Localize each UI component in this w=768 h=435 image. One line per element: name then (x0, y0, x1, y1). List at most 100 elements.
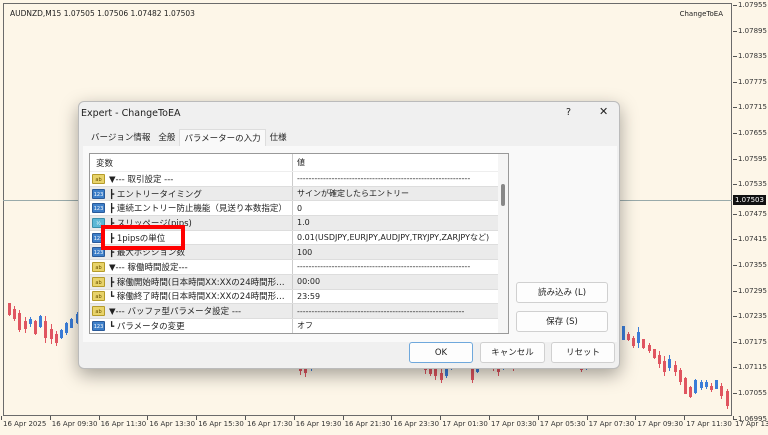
scrollbar[interactable] (498, 154, 508, 333)
tab-general[interactable]: 全般 (154, 129, 179, 146)
parameter-label: ▼--- バッファ型パラメータ設定 --- (109, 307, 242, 318)
close-button[interactable]: ✕ (599, 105, 608, 118)
parameter-row[interactable]: ab ┗ 稼働終了時間(日本時間XX:XXの24時間形… 23:59 (90, 289, 508, 305)
dialog-title: Expert - ChangeToEA (81, 108, 181, 119)
column-variable[interactable]: 変数 (90, 154, 293, 171)
time-tick: 16 Apr 15:30 (196, 416, 244, 428)
price-tick: 1.07175 (733, 337, 767, 346)
current-price-label: 1.07503 (733, 195, 766, 205)
parameter-value[interactable]: 23:59 (293, 292, 508, 301)
reset-button[interactable]: リセット (551, 342, 615, 363)
parameter-row[interactable]: ab ┣ 稼働開始時間(日本時間XX:XXの24時間形… 00:00 (90, 274, 508, 290)
load-button[interactable]: 読み込み (L) (516, 282, 608, 303)
candle (39, 315, 43, 328)
price-tick: 1.07115 (733, 363, 767, 372)
candle (694, 378, 698, 395)
parameter-value[interactable]: ----------------------------------------… (293, 174, 508, 183)
parameter-value[interactable]: オフ (293, 320, 508, 331)
int-type-icon: 123 (92, 188, 105, 199)
candle (23, 316, 27, 333)
parameter-label: ┗ 稼働終了時間(日本時間XX:XXの24時間形… (109, 292, 285, 303)
scrollbar-thumb[interactable] (501, 184, 505, 206)
candle (28, 316, 32, 327)
parameter-label: ┗ パラメータの変更 (109, 321, 185, 332)
candle (710, 383, 713, 392)
parameter-value[interactable]: ----------------------------------------… (293, 307, 508, 316)
help-button[interactable]: ? (566, 107, 571, 118)
tab-inputs[interactable]: パラメーターの入力 (179, 129, 266, 146)
time-tick: 16 Apr 19:30 (293, 416, 342, 428)
parameter-value[interactable]: 1.0 (293, 218, 508, 227)
time-tick: 16 Apr 2025 (0, 416, 47, 428)
price-tick: 1.07595 (733, 154, 767, 163)
candle (689, 385, 693, 398)
candle (621, 325, 625, 340)
candle (684, 377, 687, 395)
candle (34, 320, 37, 336)
parameter-row[interactable]: ab ▼--- 取引設定 --- -------------------------… (90, 172, 508, 187)
time-tick: 17 Apr 09:30 (635, 416, 684, 428)
candle (704, 379, 708, 389)
parameter-row[interactable]: 123 ┗ パラメータの変更 オフ (90, 318, 508, 333)
candle (715, 380, 719, 390)
parameter-label: ┣ 連続エントリー防止機能（見送り本数指定） (109, 204, 287, 215)
candle (673, 360, 677, 377)
price-tick: 1.07775 (733, 77, 767, 86)
parameter-label: ┣ 稼働開始時間(日本時間XX:XXの24時間形… (109, 277, 285, 288)
candle (13, 306, 17, 322)
ab-type-icon: ab (92, 173, 105, 184)
parameter-value[interactable]: 100 (293, 248, 508, 257)
highlight-box (101, 225, 185, 250)
ea-label: ChangeToEA (679, 10, 723, 18)
tab-version-info[interactable]: バージョン情報 (87, 129, 154, 146)
candle (720, 383, 724, 399)
parameter-row[interactable]: 123 ┣ 連続エントリー防止機能（見送り本数指定） 0 (90, 201, 508, 217)
candle (678, 367, 682, 385)
price-tick: 1.07715 (733, 103, 767, 112)
ok-button[interactable]: OK (409, 342, 473, 363)
candle (642, 338, 646, 349)
price-tick: 1.07535 (733, 180, 767, 189)
parameter-label: ┣ エントリータイミング (109, 189, 202, 200)
parameter-name: ab ┣ 稼働開始時間(日本時間XX:XXの24時間形… (90, 274, 293, 289)
parameter-label: ▼--- 取引設定 --- (109, 174, 174, 185)
save-button[interactable]: 保存 (S) (516, 311, 608, 332)
parameter-name: ab ▼--- バッファ型パラメータ設定 --- (90, 304, 293, 318)
time-tick: 17 Apr 13:30 (733, 416, 768, 428)
price-tick: 1.07895 (733, 26, 767, 35)
time-tick: 17 Apr 03:30 (489, 416, 537, 428)
price-tick: 1.07955 (733, 1, 767, 9)
candle (699, 380, 703, 391)
candle (626, 332, 630, 342)
tab-bar: バージョン情報 全般 パラメーターの入力 仕様 (87, 129, 291, 146)
tab-specs[interactable]: 仕様 (266, 129, 291, 146)
symbol-info: AUDNZD,M15 1.07505 1.07506 1.07482 1.075… (10, 9, 195, 18)
candle (652, 348, 656, 359)
parameter-name: ab ▼--- 稼働時間設定--- (90, 260, 293, 274)
price-tick: 1.07355 (733, 261, 767, 269)
time-tick: 17 Apr 05:30 (537, 416, 586, 428)
parameter-name: 123 ┣ エントリータイミング (90, 186, 293, 201)
candle (54, 330, 58, 347)
parameter-row[interactable]: 123 ┣ エントリータイミング サインが確定したらエントリー (90, 186, 508, 202)
candle (663, 356, 667, 377)
time-tick: 17 Apr 11:30 (684, 416, 732, 428)
candle (49, 324, 53, 345)
int-type-icon: 123 (92, 203, 105, 214)
time-tick: 16 Apr 23:30 (391, 416, 440, 428)
ab-type-icon: ab (92, 291, 105, 302)
parameter-value[interactable]: 00:00 (293, 277, 508, 286)
parameter-value[interactable]: ----------------------------------------… (293, 262, 508, 271)
column-value[interactable]: 値 (293, 157, 508, 168)
parameter-row[interactable]: ab ▼--- 稼働時間設定--- ------------------------… (90, 260, 508, 275)
parameter-row[interactable]: ab ▼--- バッファ型パラメータ設定 --- -----------------… (90, 304, 508, 319)
cancel-button[interactable]: キャンセル (480, 342, 545, 363)
candle (65, 321, 69, 335)
candle (637, 327, 641, 349)
candle (8, 302, 11, 316)
candle (632, 335, 635, 349)
parameter-value[interactable]: 0 (293, 204, 508, 213)
parameter-value[interactable]: サインが確定したらエントリー (293, 188, 508, 199)
parameter-value[interactable]: 0.01(USDJPY,EURJPY,AUDJPY,TRYJPY,ZARJPYな… (293, 232, 508, 243)
candle (60, 329, 63, 339)
